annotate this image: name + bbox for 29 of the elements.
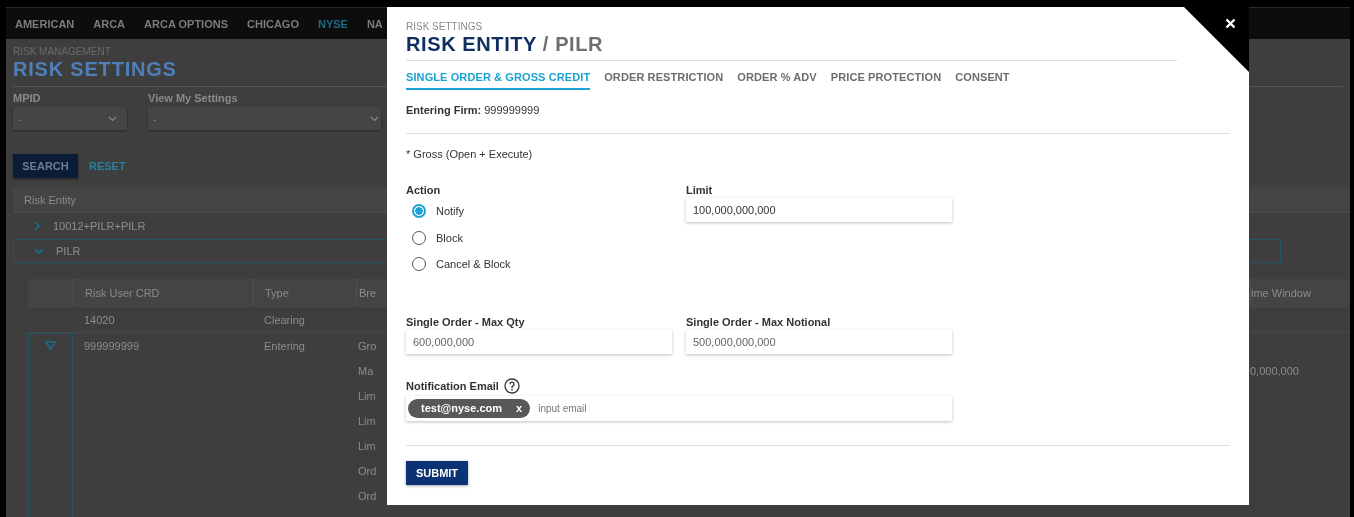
table-cell: 0,000,000 xyxy=(1250,364,1299,377)
column-header: Type xyxy=(265,286,289,299)
table-cell: Clearing xyxy=(264,313,305,326)
table-cell: Ord xyxy=(358,489,377,502)
field-label: Single Order - Max Notional xyxy=(686,315,832,328)
column-header: ime Window xyxy=(1251,286,1311,299)
dialog-title: RISK ENTITY / PILR xyxy=(406,33,605,56)
column-header: Risk Entity xyxy=(24,193,76,206)
field-label: Single Order - Max Qty xyxy=(406,315,526,328)
table-cell: 14020 xyxy=(84,313,115,326)
table-cell: Lim xyxy=(358,439,376,452)
column-header: Bre xyxy=(359,286,377,299)
field-label: Action xyxy=(406,184,442,196)
table-cell: Entering xyxy=(264,339,305,352)
entering-firm-text: Entering Firm: 999999999 xyxy=(406,104,541,116)
field-label: Notification Email xyxy=(406,379,499,392)
table-cell: Lim xyxy=(358,389,376,402)
table-cell: Ord xyxy=(358,464,377,477)
breadcrumb: RISK SETTINGS xyxy=(406,21,484,32)
field-label: View My Settings xyxy=(148,92,239,104)
table-cell: 999999999 xyxy=(84,339,140,352)
field-label: Limit xyxy=(686,184,714,196)
table-cell: Gro xyxy=(358,339,377,352)
field-label: MPID xyxy=(13,92,42,104)
table-cell: Ma xyxy=(358,364,374,377)
column-header: Risk User CRD xyxy=(85,286,160,299)
table-cell: Lim xyxy=(358,414,376,427)
tag-text: test@nyse.com xyxy=(421,402,503,414)
note-text: * Gross (Open + Execute) xyxy=(406,148,534,160)
